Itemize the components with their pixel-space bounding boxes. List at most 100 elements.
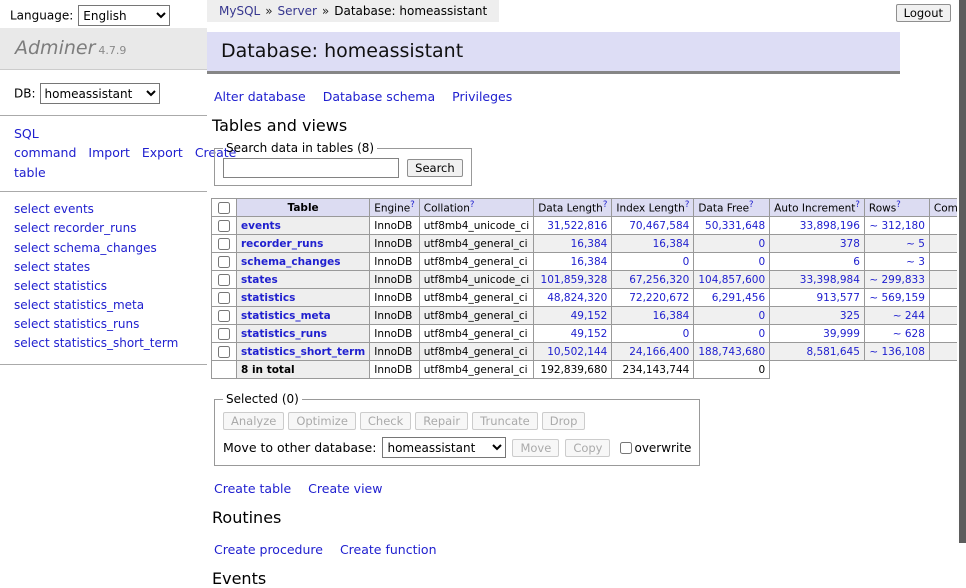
row-select-statistics-checkbox[interactable] bbox=[218, 292, 230, 304]
data-length-link[interactable]: 10,502,144 bbox=[547, 346, 607, 358]
table-link-recorder-runs[interactable]: recorder_runs bbox=[241, 238, 323, 250]
table-link-states[interactable]: states bbox=[241, 274, 278, 286]
data-free-link[interactable]: 50,331,648 bbox=[705, 220, 765, 232]
scrollbar-track[interactable] bbox=[957, 0, 966, 543]
rows-link[interactable]: ~ 3 bbox=[906, 256, 925, 268]
help-link-engine[interactable]: ? bbox=[410, 200, 415, 210]
row-select-events-checkbox[interactable] bbox=[218, 220, 230, 232]
sidebar-table-link-select-statistics-meta[interactable]: select statistics_meta bbox=[14, 296, 193, 315]
data-length-link[interactable]: 49,152 bbox=[571, 310, 608, 322]
rows-link[interactable]: ~ 312,180 bbox=[869, 220, 925, 232]
index-length-link[interactable]: 70,467,584 bbox=[629, 220, 689, 232]
help-link-data-free[interactable]: ? bbox=[749, 200, 754, 210]
help-link-data-length[interactable]: ? bbox=[603, 200, 608, 210]
data-length-link[interactable]: 31,522,816 bbox=[547, 220, 607, 232]
table-link-events[interactable]: events bbox=[241, 220, 281, 232]
rows-link[interactable]: ~ 628 bbox=[893, 328, 925, 340]
table-link-statistics-short-term[interactable]: statistics_short_term bbox=[241, 346, 365, 358]
auto-increment-link[interactable]: 8,581,645 bbox=[806, 346, 859, 358]
data-free-link[interactable]: 0 bbox=[758, 238, 765, 250]
sidebar-action-export[interactable]: Export bbox=[142, 145, 183, 160]
help-link-auto-increment[interactable]: ? bbox=[855, 200, 860, 210]
help-link-index-length[interactable]: ? bbox=[685, 200, 690, 210]
data-free-link[interactable]: 6,291,456 bbox=[712, 292, 765, 304]
help-link-rows[interactable]: ? bbox=[896, 200, 901, 210]
sidebar-table-link-select-schema-changes[interactable]: select schema_changes bbox=[14, 239, 193, 258]
create-link-create-view[interactable]: Create view bbox=[308, 481, 382, 496]
auto-increment-link[interactable]: 913,577 bbox=[817, 292, 860, 304]
row-select-recorder-runs-checkbox[interactable] bbox=[218, 238, 230, 250]
rows-link[interactable]: ~ 136,108 bbox=[869, 346, 925, 358]
data-length-link[interactable]: 48,824,320 bbox=[547, 292, 607, 304]
search-button[interactable]: Search bbox=[407, 159, 463, 177]
select-all-checkbox[interactable] bbox=[218, 202, 230, 214]
sidebar-action-import[interactable]: Import bbox=[88, 145, 130, 160]
sidebar-action-sql-command[interactable]: SQL command bbox=[14, 126, 76, 160]
move-database-select[interactable]: homeassistant bbox=[382, 437, 506, 458]
routines-link-create-procedure[interactable]: Create procedure bbox=[214, 542, 323, 557]
selected-action-check-button[interactable]: Check bbox=[360, 412, 411, 430]
db-select[interactable]: homeassistant bbox=[40, 83, 160, 104]
auto-increment-link[interactable]: 33,898,196 bbox=[800, 220, 860, 232]
create-link-create-table[interactable]: Create table bbox=[214, 481, 291, 496]
index-length-link[interactable]: 16,384 bbox=[653, 310, 690, 322]
data-length-link[interactable]: 16,384 bbox=[571, 256, 608, 268]
rows-link[interactable]: ~ 299,833 bbox=[869, 274, 925, 286]
table-link-statistics[interactable]: statistics bbox=[241, 292, 295, 304]
data-length-link[interactable]: 16,384 bbox=[571, 238, 608, 250]
data-free-link[interactable]: 0 bbox=[758, 328, 765, 340]
table-link-statistics-runs[interactable]: statistics_runs bbox=[241, 328, 327, 340]
data-free-link[interactable]: 0 bbox=[758, 256, 765, 268]
index-length-link[interactable]: 16,384 bbox=[653, 238, 690, 250]
table-link-statistics-meta[interactable]: statistics_meta bbox=[241, 310, 331, 322]
index-length-link[interactable]: 72,220,672 bbox=[629, 292, 689, 304]
sidebar-table-link-select-statistics[interactable]: select statistics bbox=[14, 277, 193, 296]
rows-link[interactable]: ~ 244 bbox=[893, 310, 925, 322]
help-link-collation[interactable]: ? bbox=[470, 200, 475, 210]
index-length-link[interactable]: 0 bbox=[683, 328, 690, 340]
rows-link[interactable]: ~ 5 bbox=[906, 238, 925, 250]
sidebar-table-link-select-recorder-runs[interactable]: select recorder_runs bbox=[14, 219, 193, 238]
row-select-statistics-runs-checkbox[interactable] bbox=[218, 328, 230, 340]
index-length-link[interactable]: 24,166,400 bbox=[629, 346, 689, 358]
row-select-states-checkbox[interactable] bbox=[218, 274, 230, 286]
move-button[interactable]: Move bbox=[512, 439, 559, 457]
data-free-link[interactable]: 188,743,680 bbox=[698, 346, 765, 358]
sidebar-table-link-select-states[interactable]: select states bbox=[14, 258, 193, 277]
scrollbar-thumb[interactable] bbox=[959, 0, 966, 543]
engine-cell: InnoDB bbox=[370, 271, 420, 289]
db-nav-link-alter-database[interactable]: Alter database bbox=[214, 89, 306, 104]
sidebar-table-link-select-events[interactable]: select events bbox=[14, 200, 193, 219]
auto-increment-link[interactable]: 33,398,984 bbox=[800, 274, 860, 286]
table-link-schema-changes[interactable]: schema_changes bbox=[241, 256, 341, 268]
index-length-link[interactable]: 67,256,320 bbox=[629, 274, 689, 286]
selected-action-analyze-button[interactable]: Analyze bbox=[223, 412, 284, 430]
copy-button[interactable]: Copy bbox=[565, 439, 610, 457]
selected-action-truncate-button[interactable]: Truncate bbox=[472, 412, 538, 430]
language-select[interactable]: English bbox=[78, 5, 170, 26]
data-length-link[interactable]: 101,859,328 bbox=[541, 274, 608, 286]
db-nav-link-database-schema[interactable]: Database schema bbox=[323, 89, 435, 104]
auto-increment-link[interactable]: 39,999 bbox=[823, 328, 860, 340]
auto-increment-link[interactable]: 6 bbox=[853, 256, 860, 268]
row-select-statistics-meta-checkbox[interactable] bbox=[218, 310, 230, 322]
logout-button[interactable]: Logout bbox=[896, 4, 951, 22]
index-length-link[interactable]: 0 bbox=[683, 256, 690, 268]
data-free-link[interactable]: 104,857,600 bbox=[698, 274, 765, 286]
selected-action-drop-button[interactable]: Drop bbox=[542, 412, 586, 430]
data-length-link[interactable]: 49,152 bbox=[571, 328, 608, 340]
sidebar-table-link-select-statistics-runs[interactable]: select statistics_runs bbox=[14, 315, 193, 334]
row-select-statistics-short-term-checkbox[interactable] bbox=[218, 346, 230, 358]
routines-link-create-function[interactable]: Create function bbox=[340, 542, 437, 557]
selected-action-optimize-button[interactable]: Optimize bbox=[288, 412, 356, 430]
rows-link[interactable]: ~ 569,159 bbox=[869, 292, 925, 304]
selected-action-repair-button[interactable]: Repair bbox=[415, 412, 468, 430]
data-free-link[interactable]: 0 bbox=[758, 310, 765, 322]
row-select-schema-changes-checkbox[interactable] bbox=[218, 256, 230, 268]
search-input[interactable] bbox=[223, 158, 399, 178]
db-nav-link-privileges[interactable]: Privileges bbox=[452, 89, 512, 104]
sidebar-table-link-select-statistics-short-term[interactable]: select statistics_short_term bbox=[14, 334, 193, 353]
auto-increment-link[interactable]: 378 bbox=[840, 238, 860, 250]
overwrite-checkbox[interactable] bbox=[620, 442, 632, 454]
auto-increment-link[interactable]: 325 bbox=[840, 310, 860, 322]
